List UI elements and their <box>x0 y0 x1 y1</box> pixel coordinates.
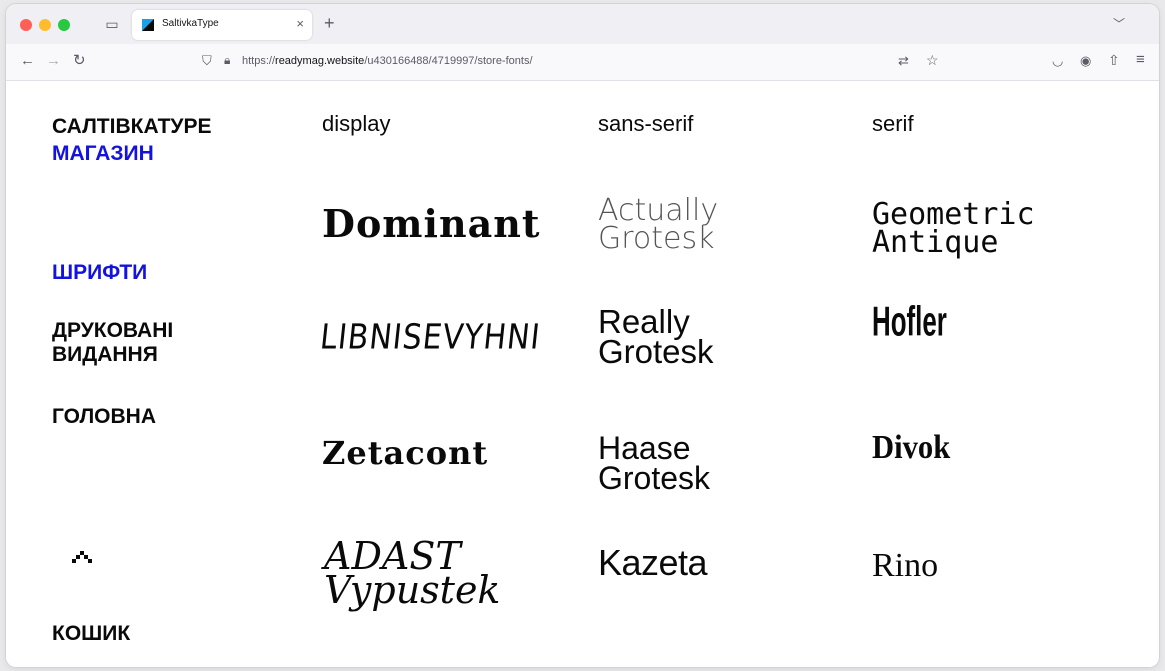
new-tab-button[interactable]: + <box>324 13 335 33</box>
font-link-really-grotesk[interactable]: Really Grotesk <box>598 305 768 368</box>
cart-icon[interactable] <box>72 551 92 565</box>
address-bar[interactable]: https://readymag.website/u430166488/4719… <box>242 55 533 67</box>
tab-title: SaltivkaType <box>162 18 219 29</box>
nav-link-fonts[interactable]: ШРИФТИ <box>52 261 147 285</box>
page-content: САЛТІВКАТУРЕ МАГАЗИН ШРИФТИ ДРУКОВАНІ ВИ… <box>6 81 1159 667</box>
font-link-haase-grotesk[interactable]: Haase Grotesk <box>598 432 768 494</box>
font-link-libnisevyhni[interactable]: LIBNISEVYHNI <box>318 318 542 358</box>
font-link-rino[interactable]: Rino <box>872 549 938 583</box>
font-link-divok[interactable]: Divok <box>872 431 950 465</box>
back-arrow-icon[interactable]: ← <box>20 52 35 70</box>
app-menu-icon[interactable]: ≡ <box>1136 51 1145 68</box>
font-link-dominant[interactable]: Dominant <box>322 205 540 243</box>
column-heading-serif: serif <box>872 111 914 136</box>
share-icon[interactable]: ⇧ <box>1108 52 1120 69</box>
tab-overview-icon[interactable]: ▭ <box>104 16 120 32</box>
tab-strip: ▭ SaltivkaType × + ﹀ <box>6 4 1159 44</box>
bookmark-star-icon[interactable]: ☆ <box>926 52 939 69</box>
url-host: readymag.website <box>275 55 365 67</box>
column-heading-sans-serif: sans-serif <box>598 111 694 136</box>
font-link-adast-vypustek[interactable]: ADAST Vypustek <box>324 537 534 609</box>
url-path: /u430166488/4719997/store-fonts/ <box>364 55 533 67</box>
tab-close-button[interactable]: × <box>296 16 304 31</box>
font-link-zetacont[interactable]: Zetacont <box>322 437 488 469</box>
font-link-geometric-antique[interactable]: Geometric Antique <box>872 200 1102 258</box>
lock-icon[interactable]: 🔒︎ <box>224 53 230 68</box>
nav-link-home[interactable]: ГОЛОВНА <box>52 405 156 429</box>
navigation-toolbar: ← → ↻ ⛉ 🔒︎ https://readymag.website/u430… <box>6 44 1159 81</box>
tracking-protection-shield-icon[interactable]: ⛉ <box>202 53 212 69</box>
font-link-kazeta[interactable]: Kazeta <box>598 545 708 581</box>
shop-label[interactable]: МАГАЗИН <box>52 142 154 166</box>
account-icon[interactable]: ◉ <box>1080 53 1091 69</box>
list-all-tabs-chevron-icon[interactable]: ﹀ <box>1113 15 1125 32</box>
font-link-actually-grotesk[interactable]: Actually Grotesk <box>598 196 768 254</box>
close-window-button[interactable] <box>20 19 32 31</box>
forward-arrow-icon[interactable]: → <box>46 52 61 70</box>
nav-link-print-editions[interactable]: ДРУКОВАНІ ВИДАННЯ <box>52 319 252 367</box>
zoom-window-button[interactable] <box>58 19 70 31</box>
browser-window: ▭ SaltivkaType × + ﹀ ← → ↻ ⛉ 🔒︎ https://… <box>6 4 1159 667</box>
nav-link-cart[interactable]: КОШИК <box>52 622 130 646</box>
active-tab[interactable]: SaltivkaType × <box>132 10 312 40</box>
font-link-hofler[interactable]: Hofler <box>872 300 947 342</box>
brand-logo-link[interactable]: САЛТІВКАТУРЕ <box>52 115 211 139</box>
url-scheme: https:// <box>242 55 276 67</box>
site-favicon-icon <box>142 19 154 31</box>
translate-icon[interactable]: ⇄ <box>898 53 909 69</box>
minimize-window-button[interactable] <box>39 19 51 31</box>
pocket-icon[interactable]: ◡ <box>1052 53 1063 69</box>
column-heading-display: display <box>322 111 391 136</box>
reload-icon[interactable]: ↻ <box>73 52 86 70</box>
